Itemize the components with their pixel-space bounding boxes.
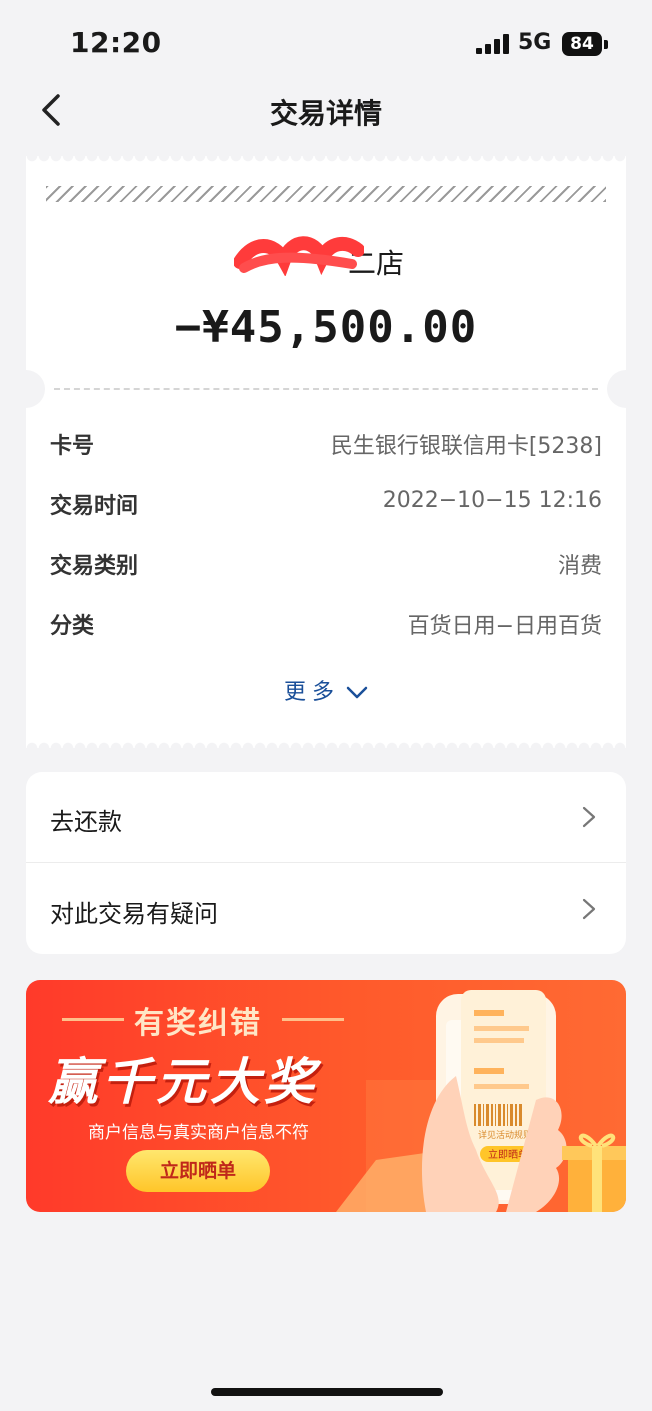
action-list: 去还款 对此交易有疑问 — [26, 772, 626, 954]
merchant-name: 二店 — [26, 242, 626, 282]
network-type: 5G — [518, 30, 552, 55]
detail-value: 消费 — [557, 554, 602, 579]
status-time: 12:20 — [70, 26, 162, 59]
nav-bar: 交易详情 — [0, 80, 652, 142]
detail-value: 民生银行银联信用卡[5238] — [330, 434, 602, 459]
dispute-label: 对此交易有疑问 — [50, 900, 218, 928]
banner-headline: 赢千元大奖 — [48, 1053, 318, 1111]
banner-tag: 有奖纠错 — [134, 1006, 262, 1041]
battery-tip — [604, 40, 608, 49]
detail-value: 百货日用−日用百货 — [407, 614, 602, 639]
detail-key: 分类 — [50, 614, 95, 639]
phone-rule-text: 详见活动规则 — [478, 1129, 532, 1141]
detail-row-type: 交易类别 消费 — [50, 542, 602, 582]
receipt-divider — [54, 388, 598, 390]
detail-value: 2022−10−15 12:16 — [382, 488, 602, 513]
chevron-right-icon — [582, 806, 596, 828]
repay-action[interactable]: 去还款 — [26, 772, 626, 862]
receipt-card: 二店 −¥45,500.00 卡号 民生银行银联信用卡[5238] 交易时间 2… — [7, 156, 645, 748]
repay-label: 去还款 — [50, 808, 122, 836]
list-divider — [26, 862, 626, 863]
page-title: 交易详情 — [269, 97, 382, 130]
status-bar: 12:20 5G 84 — [0, 0, 652, 88]
more-button[interactable]: 更多 — [26, 674, 626, 706]
battery-icon: 84 — [562, 32, 602, 56]
merchant-name-text: 二店 — [347, 247, 404, 280]
banner-description: 商户信息与真实商户信息不符 — [88, 1123, 309, 1143]
chevron-down-icon — [346, 686, 368, 699]
receipt-hatch — [46, 186, 606, 202]
detail-row-time: 交易时间 2022−10−15 12:16 — [50, 482, 602, 522]
detail-key: 交易类别 — [50, 554, 139, 579]
promo-banner[interactable]: 有奖纠错 赢千元大奖 商户信息与真实商户信息不符 立即晒单 详见活动规则 立即晒… — [26, 980, 626, 1212]
detail-row-category: 分类 百货日用−日用百货 — [50, 602, 602, 642]
banner-cta-button[interactable]: 立即晒单 — [126, 1150, 270, 1192]
detail-key: 交易时间 — [50, 494, 139, 519]
banner-deco-line — [62, 1018, 124, 1021]
signal-icon — [476, 34, 509, 54]
chevron-right-icon — [582, 898, 596, 920]
receipt-bottom-edge — [26, 736, 626, 748]
transaction-amount: −¥45,500.00 — [174, 302, 478, 353]
dispute-action[interactable]: 对此交易有疑问 — [26, 864, 626, 954]
receipt-notch-right — [607, 370, 645, 408]
detail-key: 卡号 — [50, 434, 95, 459]
home-indicator — [211, 1388, 443, 1396]
detail-row-card: 卡号 民生银行银联信用卡[5238] — [50, 422, 602, 462]
battery-level: 84 — [570, 34, 594, 54]
receipt-notch-left — [7, 370, 45, 408]
more-label: 更多 — [283, 680, 340, 705]
receipt-top-edge — [26, 156, 626, 168]
phone-illustration: 详见活动规则 立即晒单 — [336, 990, 626, 1212]
